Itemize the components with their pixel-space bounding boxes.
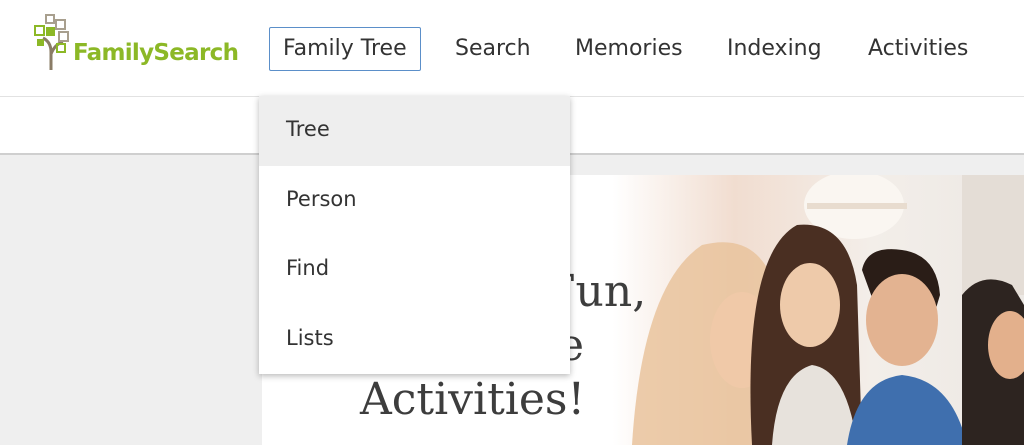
brand-wordmark: FamilySearch (73, 40, 239, 66)
family-tree-logo-icon (34, 14, 69, 70)
nav-activities[interactable]: Activities (868, 27, 968, 71)
nav-indexing[interactable]: Indexing (727, 27, 822, 71)
menu-item-person[interactable]: Person (259, 166, 570, 236)
nav-family-tree[interactable]: Family Tree (269, 27, 421, 71)
menu-item-tree[interactable]: Tree (259, 96, 570, 166)
site-header: FamilySearch Family Tree Search Memories… (0, 0, 1024, 97)
menu-item-find[interactable]: Find (259, 235, 570, 305)
nav-memories[interactable]: Memories (575, 27, 683, 71)
family-tree-dropdown-menu: Tree Person Find Lists (259, 96, 570, 374)
nav-search[interactable]: Search (455, 27, 531, 71)
hero-title-line-3: Activities! (360, 374, 586, 425)
familysearch-logo[interactable]: FamilySearch (33, 12, 253, 72)
menu-item-lists[interactable]: Lists (259, 305, 570, 375)
